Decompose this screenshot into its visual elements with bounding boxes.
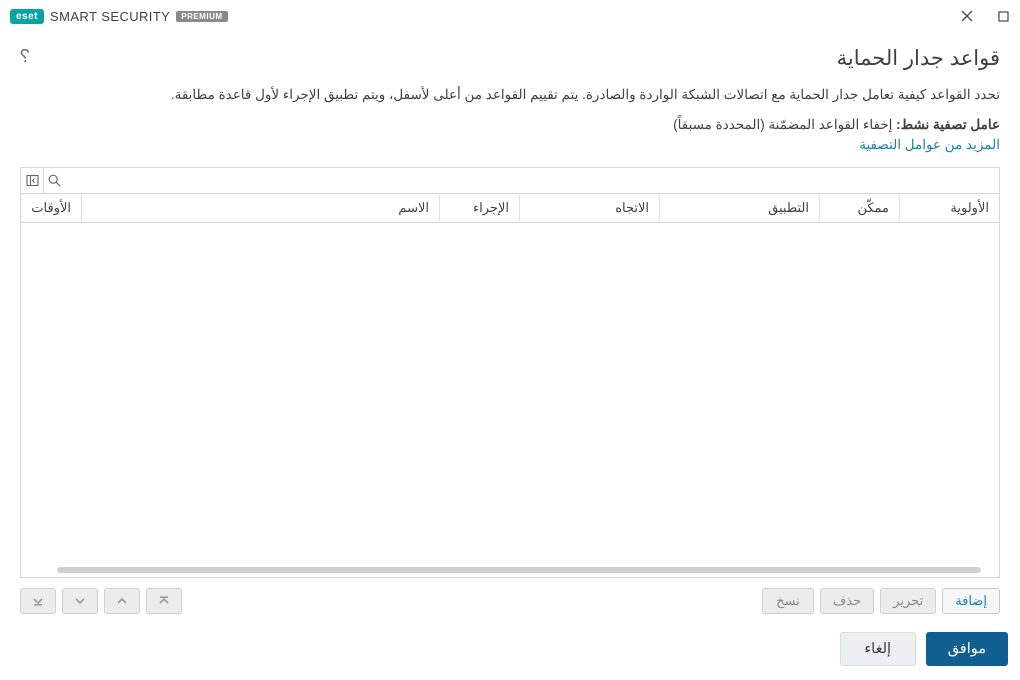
search-input-area[interactable]	[65, 168, 999, 193]
eset-logo-badge: eset	[10, 9, 44, 24]
copy-button[interactable]: نسخ	[762, 588, 814, 614]
titlebar: eset SMART SECURITY PREMIUM	[0, 0, 1020, 32]
brand-smart: SMART	[50, 9, 97, 24]
move-down-icon[interactable]	[62, 588, 98, 614]
active-filter-value: إخفاء القواعد المضمّنة (المحددة مسبقاً)	[673, 117, 892, 132]
page-title: قواعد جدار الحماية	[30, 46, 1000, 71]
footer: موافق إلغاء	[0, 614, 1020, 680]
col-app[interactable]: التطبيق	[659, 194, 819, 222]
page-description: تحدد القواعد كيفية تعامل جدار الحماية مع…	[20, 85, 1000, 105]
col-direction[interactable]: الاتجاه	[519, 194, 659, 222]
delete-button[interactable]: حذف	[820, 588, 874, 614]
search-icon[interactable]	[43, 168, 65, 193]
help-icon[interactable]: ?	[20, 46, 30, 67]
active-filter-label: عامل تصفية نشط:	[896, 117, 1000, 132]
table-header: الأولوية ممكّن التطبيق الاتجاه الإجراء ا…	[21, 194, 999, 223]
move-up-icon[interactable]	[104, 588, 140, 614]
col-enabled[interactable]: ممكّن	[819, 194, 899, 222]
rules-table: الأولوية ممكّن التطبيق الاتجاه الإجراء ا…	[20, 167, 1000, 578]
cancel-button[interactable]: إلغاء	[840, 632, 916, 666]
maximize-icon[interactable]	[996, 9, 1010, 23]
table-toolbar	[21, 168, 999, 194]
brand-text: SMART SECURITY	[50, 9, 170, 24]
heading-row: قواعد جدار الحماية ?	[20, 46, 1000, 71]
active-filter-line: عامل تصفية نشط: إخفاء القواعد المضمّنة (…	[20, 117, 1000, 133]
more-filters-link[interactable]: المزيد من عوامل التصفية	[20, 137, 1000, 153]
move-top-icon[interactable]	[146, 588, 182, 614]
col-action[interactable]: الإجراء	[439, 194, 519, 222]
brand-security: SECURITY	[101, 9, 170, 24]
table-body	[21, 223, 999, 577]
col-priority[interactable]: الأولوية	[899, 194, 999, 222]
ok-button[interactable]: موافق	[926, 632, 1008, 666]
window-controls	[960, 9, 1010, 23]
row-actions: إضافة تحرير حذف نسخ	[20, 588, 1000, 614]
brand: eset SMART SECURITY PREMIUM	[10, 9, 228, 24]
premium-badge: PREMIUM	[176, 11, 227, 22]
close-icon[interactable]	[960, 9, 974, 23]
add-button[interactable]: إضافة	[942, 588, 1000, 614]
horizontal-scrollbar[interactable]	[57, 567, 981, 573]
col-name[interactable]: الاسم	[81, 194, 439, 222]
col-times[interactable]: الأوقات	[21, 194, 81, 222]
move-bottom-icon[interactable]	[20, 588, 56, 614]
content: قواعد جدار الحماية ? تحدد القواعد كيفية …	[0, 32, 1020, 614]
edit-button[interactable]: تحرير	[880, 588, 936, 614]
columns-icon[interactable]	[21, 168, 43, 193]
